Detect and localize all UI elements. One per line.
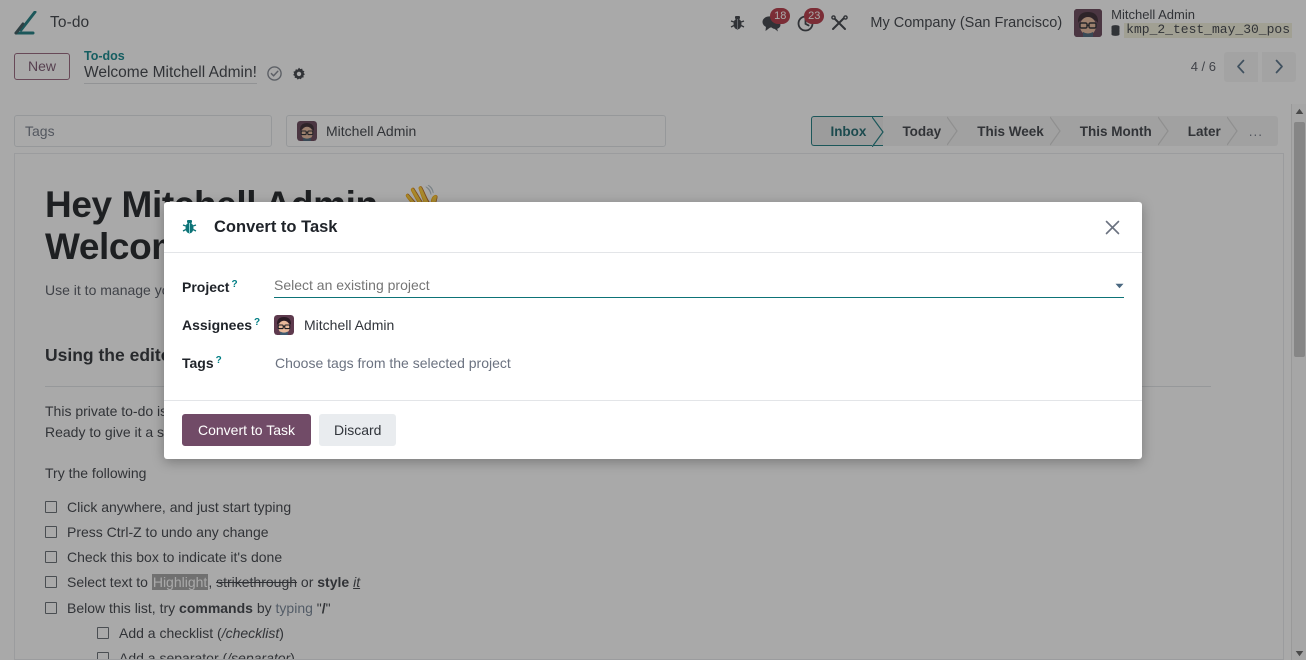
assignee-name: Mitchell Admin xyxy=(304,317,395,333)
field-row-assignees: Assignees ? Mitchell Admin xyxy=(182,310,1124,340)
close-icon[interactable] xyxy=(1098,213,1126,241)
dialog-body: Project ? Assignees xyxy=(164,253,1142,400)
caret-down-glyph-icon xyxy=(1115,283,1124,289)
tags-placeholder: Choose tags from the selected project xyxy=(275,355,511,371)
project-field-label: Project ? xyxy=(182,279,274,295)
help-icon[interactable]: ? xyxy=(231,280,237,290)
project-select-wrapper[interactable] xyxy=(274,276,1124,298)
project-label-text: Project xyxy=(182,279,230,295)
tags-field-value[interactable]: Choose tags from the selected project xyxy=(274,355,1124,371)
assignee-avatar xyxy=(274,315,294,335)
field-row-tags: Tags ? Choose tags from the selected pro… xyxy=(182,348,1124,378)
convert-to-task-dialog: Convert to Task Project ? Select an exis… xyxy=(164,202,1142,460)
dialog-header: Convert to Task xyxy=(164,202,1142,253)
discard-button[interactable]: Discard xyxy=(319,414,397,447)
odoo-todo-app: To-do 18 23 My Company (San Francisco) M… xyxy=(0,0,1306,660)
tags-label-text: Tags xyxy=(182,355,214,371)
field-row-project: Project ? xyxy=(182,272,1124,302)
help-icon[interactable]: ? xyxy=(254,318,260,328)
caret-down-icon[interactable] xyxy=(1115,276,1124,294)
dialog-title: Convert to Task xyxy=(214,217,338,236)
project-input[interactable] xyxy=(274,277,1107,293)
bug-icon xyxy=(182,220,197,234)
tags-field-label: Tags ? xyxy=(182,355,274,371)
dialog-footer: Convert to Task Discard xyxy=(164,400,1142,459)
assignees-field-value[interactable]: Mitchell Admin xyxy=(274,315,1124,335)
close-glyph-icon xyxy=(1105,220,1119,234)
assignees-label-text: Assignees xyxy=(182,317,253,333)
convert-to-task-button[interactable]: Convert to Task xyxy=(182,414,312,447)
assignee-tag[interactable]: Mitchell Admin xyxy=(274,315,394,335)
assignees-field-label: Assignees ? xyxy=(182,317,274,333)
help-icon[interactable]: ? xyxy=(216,356,222,366)
project-field-value xyxy=(274,276,1124,298)
